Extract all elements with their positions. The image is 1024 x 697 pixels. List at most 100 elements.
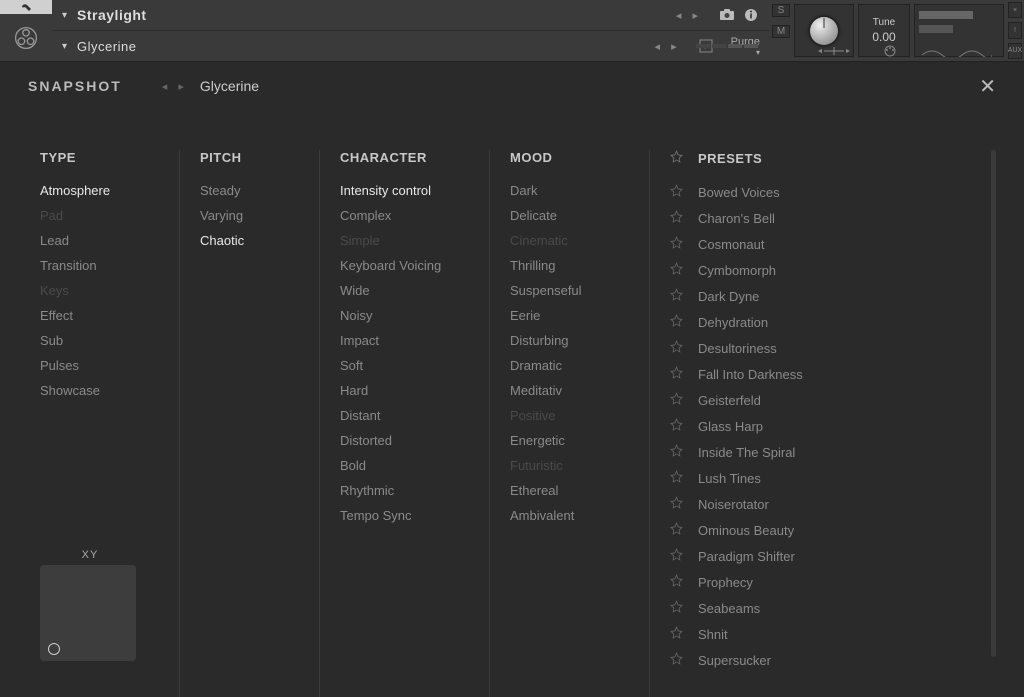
type-item[interactable]: Keys [40, 283, 149, 298]
mood-item[interactable]: Cinematic [510, 233, 619, 248]
mood-item[interactable]: Positive [510, 408, 619, 423]
preset-row[interactable]: Inside The Spiral [670, 444, 931, 460]
type-item[interactable]: Atmosphere [40, 183, 149, 198]
preset-row[interactable]: Geisterfeld [670, 392, 931, 408]
close-button[interactable]: × [1008, 2, 1022, 18]
mood-item[interactable]: Delicate [510, 208, 619, 223]
pitch-item[interactable]: Varying [200, 208, 289, 223]
star-icon[interactable] [670, 288, 698, 304]
preset-row[interactable]: Dehydration [670, 314, 931, 330]
star-icon[interactable] [670, 470, 698, 486]
mood-item[interactable]: Futuristic [510, 458, 619, 473]
mood-item[interactable]: Ambivalent [510, 508, 619, 523]
preset-row[interactable]: Desultoriness [670, 340, 931, 356]
pan-icon[interactable] [804, 44, 864, 58]
preset-row[interactable]: Cosmonaut [670, 236, 931, 252]
type-item[interactable]: Pad [40, 208, 149, 223]
character-item[interactable]: Noisy [340, 308, 459, 323]
character-item[interactable]: Hard [340, 383, 459, 398]
star-icon[interactable] [670, 262, 698, 278]
star-icon[interactable] [670, 652, 698, 668]
character-item[interactable]: Keyboard Voicing [340, 258, 459, 273]
character-item[interactable]: Rhythmic [340, 483, 459, 498]
star-icon[interactable] [670, 574, 698, 590]
star-icon[interactable] [670, 392, 698, 408]
star-icon[interactable] [670, 548, 698, 564]
star-icon[interactable] [670, 444, 698, 460]
snapshot-nav-arrows[interactable]: ◂ ▸ [162, 80, 188, 93]
tune-value: 0.00 [872, 30, 895, 44]
mood-item[interactable]: Energetic [510, 433, 619, 448]
chevron-down-icon[interactable]: ▾ [62, 10, 67, 21]
character-item[interactable]: Tempo Sync [340, 508, 459, 523]
character-item[interactable]: Distant [340, 408, 459, 423]
mute-button[interactable]: M [772, 25, 790, 38]
preset-row[interactable]: Prophecy [670, 574, 931, 590]
star-icon[interactable] [670, 314, 698, 330]
preset-row[interactable]: Cymbomorph [670, 262, 931, 278]
favorite-header-icon[interactable] [670, 150, 698, 166]
star-icon[interactable] [670, 210, 698, 226]
mood-item[interactable]: Eerie [510, 308, 619, 323]
nav-arrows[interactable]: ◂ ▸ [676, 9, 702, 22]
preset-row[interactable]: Lush Tines [670, 470, 931, 486]
star-icon[interactable] [670, 184, 698, 200]
star-icon[interactable] [670, 496, 698, 512]
mood-item[interactable]: Dark [510, 183, 619, 198]
preset-row[interactable]: Seabeams [670, 600, 931, 616]
mood-item[interactable]: Disturbing [510, 333, 619, 348]
star-icon[interactable] [670, 340, 698, 356]
alert-button[interactable]: ! [1008, 22, 1022, 38]
mood-item[interactable]: Meditativ [510, 383, 619, 398]
mood-item[interactable]: Ethereal [510, 483, 619, 498]
preset-row[interactable]: Glass Harp [670, 418, 931, 434]
star-icon[interactable] [670, 236, 698, 252]
mood-item[interactable]: Thrilling [510, 258, 619, 273]
aux-button[interactable]: AUX [1008, 43, 1022, 59]
preset-row[interactable]: Fall Into Darkness [670, 366, 931, 382]
character-item[interactable]: Intensity control [340, 183, 459, 198]
preset-name: Cymbomorph [698, 263, 776, 278]
type-item[interactable]: Sub [40, 333, 149, 348]
star-icon[interactable] [670, 626, 698, 642]
solo-button[interactable]: S [772, 4, 790, 17]
preset-scrollbar[interactable] [991, 150, 996, 657]
camera-icon[interactable] [718, 6, 736, 24]
character-item[interactable]: Soft [340, 358, 459, 373]
preset-row[interactable]: Ominous Beauty [670, 522, 931, 538]
character-item[interactable]: Complex [340, 208, 459, 223]
preset-row[interactable]: Charon's Bell [670, 210, 931, 226]
star-icon[interactable] [670, 522, 698, 538]
instrument-row-main: ▾ Straylight ◂ ▸ [52, 0, 770, 31]
preset-row[interactable]: Shnit [670, 626, 931, 642]
midi-icon[interactable] [864, 44, 916, 58]
type-item[interactable]: Lead [40, 233, 149, 248]
mood-item[interactable]: Dramatic [510, 358, 619, 373]
wrench-icon[interactable] [0, 0, 52, 14]
star-icon[interactable] [670, 366, 698, 382]
preset-row[interactable]: Paradigm Shifter [670, 548, 931, 564]
mood-item[interactable]: Suspenseful [510, 283, 619, 298]
pitch-item[interactable]: Chaotic [200, 233, 289, 248]
preset-row[interactable]: Bowed Voices [670, 184, 931, 200]
preset-row[interactable]: Dark Dyne [670, 288, 931, 304]
info-icon[interactable] [742, 6, 760, 24]
character-item[interactable]: Simple [340, 233, 459, 248]
character-item[interactable]: Impact [340, 333, 459, 348]
xy-pad[interactable] [40, 565, 136, 661]
pitch-item[interactable]: Steady [200, 183, 289, 198]
snapshot-current-name[interactable]: Glycerine [200, 78, 259, 94]
preset-row[interactable]: Noiserotator [670, 496, 931, 512]
type-item[interactable]: Showcase [40, 383, 149, 398]
type-item[interactable]: Transition [40, 258, 149, 273]
star-icon[interactable] [670, 600, 698, 616]
character-item[interactable]: Bold [340, 458, 459, 473]
preset-row[interactable]: Supersucker [670, 652, 931, 668]
character-item[interactable]: Wide [340, 283, 459, 298]
character-item[interactable]: Distorted [340, 433, 459, 448]
close-icon[interactable]: ✕ [979, 74, 996, 99]
xy-cursor[interactable] [48, 643, 60, 655]
star-icon[interactable] [670, 418, 698, 434]
type-item[interactable]: Pulses [40, 358, 149, 373]
type-item[interactable]: Effect [40, 308, 149, 323]
